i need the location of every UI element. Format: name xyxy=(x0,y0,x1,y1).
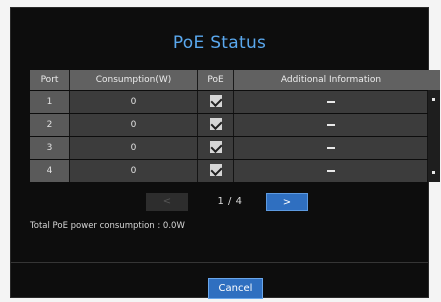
consumption-cell: 0 xyxy=(70,91,198,113)
table-body: 1 0 - 2 0 - 3 0 - 4 0 - xyxy=(30,91,440,182)
checkbox-checked-icon[interactable] xyxy=(209,163,222,176)
port-cell: 4 xyxy=(30,160,70,182)
table-header: Port Consumption(W) PoE Additional Infor… xyxy=(30,70,440,90)
column-header-additional-info: Additional Information xyxy=(280,75,382,85)
info-cell: - xyxy=(234,137,428,159)
consumption-cell: 0 xyxy=(70,160,198,182)
pagination: < 1 / 4 > xyxy=(11,193,428,211)
port-cell: 1 xyxy=(30,91,70,113)
poe-cell xyxy=(198,91,234,113)
consumption-cell: 0 xyxy=(70,137,198,159)
next-page-button[interactable]: > xyxy=(266,193,308,211)
cancel-button[interactable]: Cancel xyxy=(208,278,263,299)
dash-icon xyxy=(326,146,335,149)
consumption-cell: 0 xyxy=(70,114,198,136)
info-cell: - xyxy=(234,91,428,113)
checkbox-checked-icon[interactable] xyxy=(209,117,222,130)
port-cell: 3 xyxy=(30,137,70,159)
dash-icon xyxy=(326,100,335,103)
poe-status-dialog: PoE Status Port Consumption(W) PoE Addit… xyxy=(10,7,440,299)
prev-page-button[interactable]: < xyxy=(146,193,188,211)
table-row: 3 0 - xyxy=(30,137,440,159)
table-row: 1 0 - xyxy=(30,91,440,113)
footer-divider xyxy=(11,262,428,263)
poe-cell xyxy=(198,137,234,159)
poe-cell xyxy=(198,114,234,136)
table-row: 4 0 - xyxy=(30,160,440,182)
scroll-down-icon[interactable] xyxy=(432,171,435,174)
dash-icon xyxy=(326,123,335,126)
poe-cell xyxy=(198,160,234,182)
total-consumption-text: Total PoE power consumption : 0.0W xyxy=(30,221,185,231)
column-header-consumption: Consumption(W) xyxy=(70,70,198,90)
port-cell: 2 xyxy=(30,114,70,136)
table-row: 2 0 - xyxy=(30,114,440,136)
poe-table: Port Consumption(W) PoE Additional Infor… xyxy=(30,70,440,182)
checkbox-checked-icon[interactable] xyxy=(209,140,222,153)
info-cell: - xyxy=(234,160,428,182)
dash-icon xyxy=(326,169,335,172)
column-header-port: Port xyxy=(30,70,70,90)
table-scrollbar[interactable] xyxy=(428,90,440,182)
page-indicator: 1 / 4 xyxy=(217,196,243,207)
checkbox-checked-icon[interactable] xyxy=(209,94,222,107)
column-header-poe: PoE xyxy=(198,70,234,90)
scroll-up-icon[interactable] xyxy=(432,98,435,101)
info-cell: - xyxy=(234,114,428,136)
dialog-title: PoE Status xyxy=(172,33,267,53)
